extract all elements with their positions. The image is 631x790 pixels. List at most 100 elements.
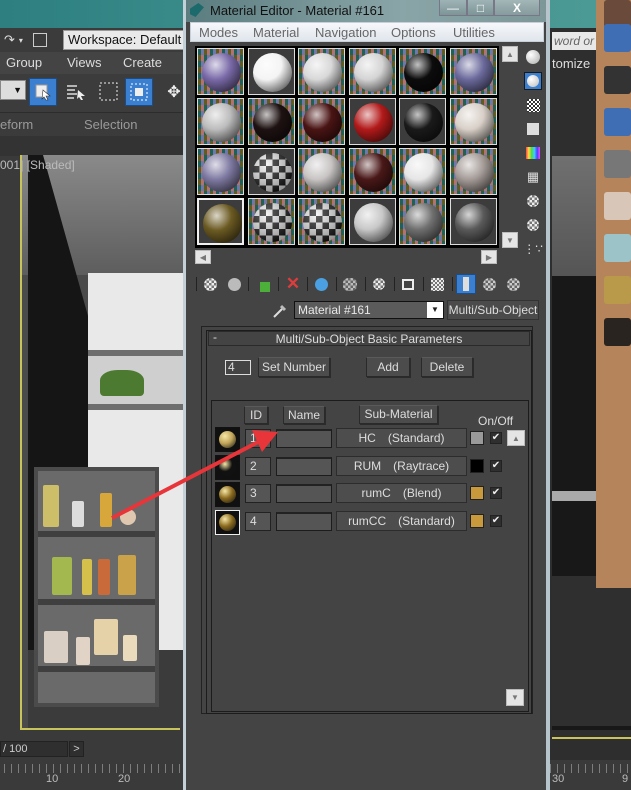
workspace-selector[interactable]: Workspace: Default — [63, 30, 188, 50]
menu-options[interactable]: Options — [391, 25, 436, 40]
delete-button[interactable]: Delete — [421, 357, 473, 377]
scroll-up-button[interactable]: ▲ — [502, 46, 518, 62]
sample-slot[interactable] — [247, 98, 295, 145]
menu-group[interactable]: Group — [6, 55, 42, 70]
sort-by-id-button[interactable]: ID — [244, 406, 268, 424]
sub-material-id-field[interactable]: 3 — [245, 484, 271, 503]
get-material-button[interactable] — [200, 274, 220, 294]
show-shaded-in-viewport-button[interactable] — [398, 274, 418, 294]
sample-type-button[interactable] — [524, 48, 542, 66]
sample-slot[interactable] — [197, 48, 244, 95]
number-of-materials-input[interactable]: 4 — [225, 360, 251, 375]
sample-slots-horizontal-scrollbar[interactable]: ◀ ▶ — [195, 250, 499, 264]
sub-material-id-field[interactable]: 4 — [245, 511, 271, 531]
menu-views[interactable]: Views — [67, 55, 101, 70]
sub-material-button[interactable]: HC (Standard) — [336, 428, 467, 448]
redo-icon[interactable]: ↷ — [4, 32, 15, 48]
material-id-channel-button[interactable] — [369, 274, 389, 294]
set-number-button[interactable]: Set Number — [258, 357, 330, 377]
sample-slot[interactable] — [449, 198, 497, 245]
assign-to-selection-button[interactable] — [252, 274, 272, 294]
sample-slot[interactable] — [247, 148, 295, 195]
close-button[interactable]: X — [494, 0, 540, 16]
scroll-right-button[interactable]: ▶ — [481, 250, 497, 264]
chevron-down-icon[interactable]: ▼ — [427, 302, 443, 318]
time-slider[interactable]: / 100 — [0, 741, 68, 757]
dropdown-arrow-icon[interactable]: ▾ — [19, 36, 23, 45]
put-to-scene-button[interactable] — [224, 274, 244, 294]
selection-filter-dropdown[interactable]: ▼ — [0, 80, 26, 100]
options-button[interactable] — [524, 192, 542, 210]
make-unique-button[interactable] — [311, 274, 331, 294]
sub-material-color-swatch[interactable] — [470, 513, 484, 528]
maximize-button[interactable]: □ — [467, 0, 494, 16]
sub-material-on-checkbox[interactable]: ✔ — [490, 514, 502, 527]
sample-slot[interactable] — [399, 98, 446, 145]
sub-material-color-swatch[interactable] — [470, 458, 484, 473]
window-crossing-button[interactable] — [125, 78, 153, 106]
menu-material[interactable]: Material — [253, 25, 299, 40]
sample-slot[interactable] — [399, 48, 446, 95]
sub-material-thumbnail[interactable] — [215, 482, 240, 507]
sample-slot[interactable] — [298, 148, 345, 195]
viewport-label[interactable]: 001] [Shaded] — [0, 158, 75, 172]
pick-material-button[interactable] — [271, 302, 289, 320]
material-map-navigator-button[interactable]: ⋮∵ — [523, 240, 543, 258]
sample-slot[interactable] — [298, 98, 345, 145]
desktop-thumbnail[interactable] — [604, 24, 631, 52]
sort-by-name-button[interactable]: Name — [283, 406, 325, 424]
ribbon-tab-selection[interactable]: Selection — [84, 117, 137, 132]
menu-utilities[interactable]: Utilities — [453, 25, 495, 40]
menu-customize[interactable]: tomize — [552, 56, 590, 71]
minimize-button[interactable]: — — [439, 0, 467, 16]
menu-create[interactable]: Create — [123, 55, 162, 70]
material-name-field[interactable]: Material #161 ▼ — [294, 301, 444, 319]
sample-slot[interactable] — [348, 148, 396, 195]
sample-slot[interactable] — [247, 48, 295, 95]
sub-material-button[interactable]: RUM (Raytrace) — [336, 455, 467, 476]
sample-slot[interactable] — [449, 148, 497, 195]
desktop-thumbnail[interactable] — [604, 150, 631, 178]
sample-slot[interactable] — [449, 98, 497, 145]
material-type-button[interactable]: Multi/Sub-Object — [447, 300, 539, 320]
sub-material-name-field[interactable] — [276, 429, 332, 448]
make-preview-button[interactable]: ▦ — [524, 168, 542, 186]
sub-material-on-checkbox[interactable]: ✔ — [490, 487, 502, 499]
sub-material-color-swatch[interactable] — [470, 486, 484, 500]
sample-uv-tiling-button[interactable] — [524, 120, 542, 138]
add-button[interactable]: Add — [366, 357, 410, 377]
desktop-thumbnail[interactable] — [604, 276, 631, 304]
select-by-name-button[interactable] — [62, 78, 90, 106]
video-color-check-button[interactable] — [524, 144, 542, 162]
select-object-button[interactable] — [29, 78, 57, 106]
sample-slot[interactable] — [247, 198, 295, 245]
select-by-material-button[interactable] — [524, 216, 542, 234]
go-to-parent-button[interactable] — [479, 274, 499, 294]
workspace-icon[interactable] — [32, 33, 47, 47]
desktop-thumbnail[interactable] — [604, 66, 631, 94]
reset-map-button[interactable]: ✕ — [283, 274, 303, 294]
time-next-button[interactable]: > — [69, 741, 84, 757]
list-scroll-up-button[interactable]: ▲ — [507, 430, 525, 446]
desktop-thumbnail[interactable] — [604, 318, 631, 346]
sample-slot[interactable] — [348, 48, 396, 95]
sample-slot[interactable] — [399, 198, 446, 245]
show-background-toggle[interactable] — [456, 274, 476, 294]
show-end-result-button[interactable] — [427, 274, 447, 294]
sample-slot[interactable] — [197, 98, 244, 145]
perspective-viewport[interactable] — [20, 155, 190, 730]
backlight-button[interactable] — [524, 72, 542, 90]
sub-material-id-field[interactable]: 2 — [245, 456, 271, 476]
background-button[interactable] — [524, 96, 542, 114]
sample-slot[interactable] — [197, 148, 244, 195]
sample-slot[interactable] — [348, 198, 396, 245]
rectangular-selection-button[interactable] — [95, 78, 123, 106]
sample-slots-vertical-scrollbar[interactable]: ▲ ▼ — [502, 46, 518, 248]
sample-slot[interactable] — [348, 98, 396, 145]
desktop-thumbnail[interactable] — [604, 192, 631, 220]
menu-modes[interactable]: Modes — [199, 25, 238, 40]
sort-by-sub-material-button[interactable]: Sub-Material — [359, 405, 438, 424]
desktop-thumbnail[interactable] — [604, 108, 631, 136]
desktop-thumbnail[interactable] — [604, 234, 631, 262]
sample-slot[interactable] — [197, 198, 244, 245]
